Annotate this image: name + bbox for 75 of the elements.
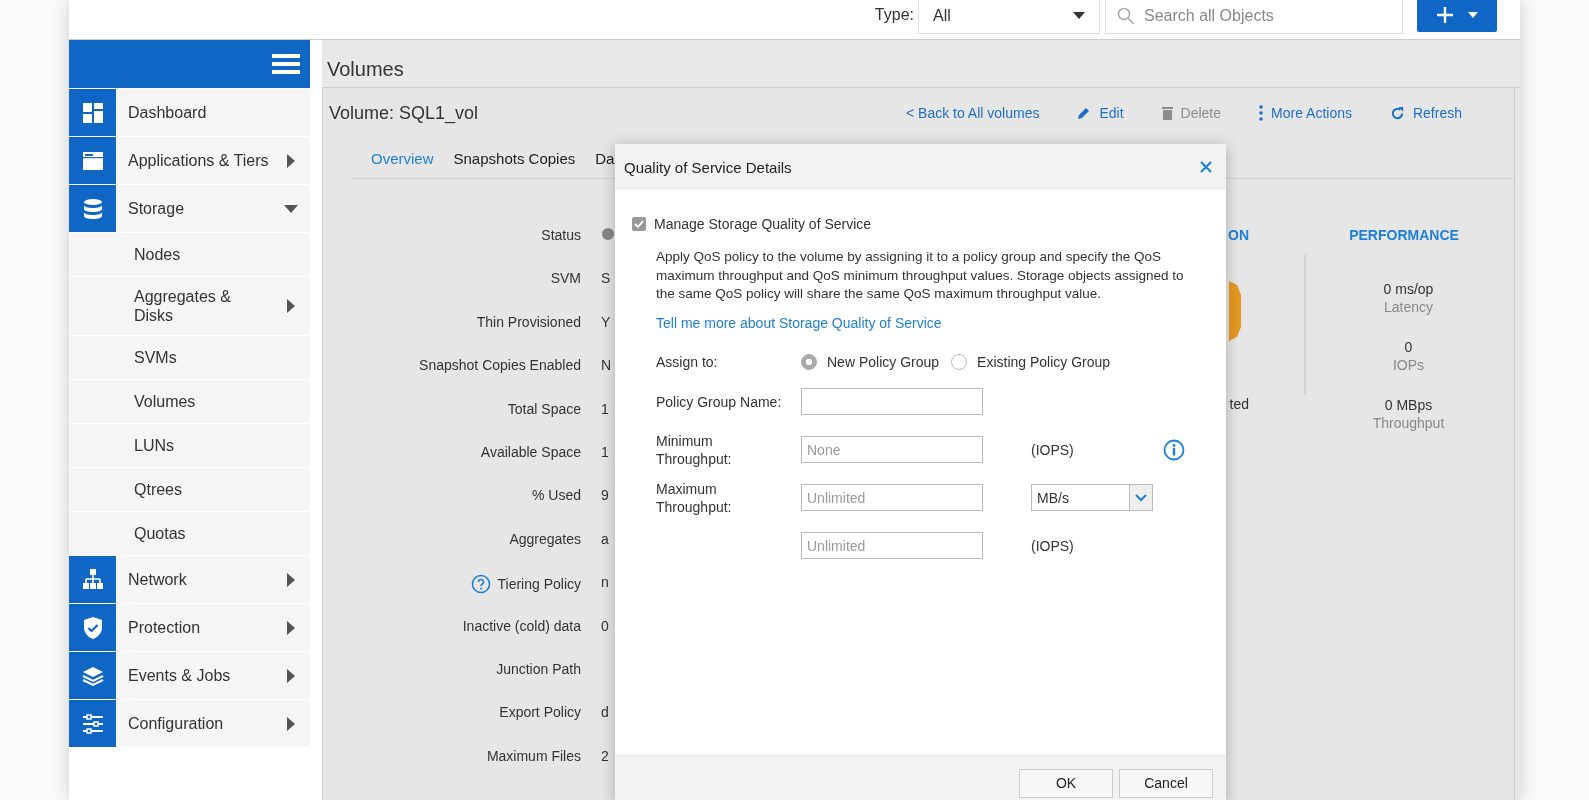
dialog-button[interactable]: Cancel xyxy=(1119,768,1213,798)
back-link[interactable]: < Back to All volumes xyxy=(906,105,1040,121)
field-value: 1 xyxy=(601,400,609,417)
field-value: n xyxy=(601,574,609,591)
tab[interactable]: Snapshots Copies xyxy=(453,149,576,167)
nav-item[interactable]: Events & Jobs xyxy=(69,652,310,699)
dialog-title: Quality of Service Details xyxy=(624,158,792,176)
field-label: Junction Path xyxy=(496,660,581,677)
input-field[interactable]: Unlimited xyxy=(801,484,983,511)
nav-item[interactable]: Applications & Tiers xyxy=(69,137,310,184)
field-label: Assign to: xyxy=(656,352,719,371)
field-label: SVM xyxy=(550,270,581,287)
field-value: Y xyxy=(601,313,611,330)
nav-subitem[interactable]: Volumes xyxy=(69,380,310,423)
volume-title: Volume: SQL1_vol xyxy=(329,102,479,124)
nav-item[interactable]: Network xyxy=(69,556,310,603)
field-value: 0 xyxy=(601,617,609,634)
search-field[interactable]: Search all Objects xyxy=(1105,0,1403,34)
field-label: Available Space xyxy=(480,443,581,460)
metric-value: 0 MBps xyxy=(1384,397,1433,413)
nav-subitem[interactable]: Quotas xyxy=(69,512,310,555)
type-dropdown[interactable]: All xyxy=(918,0,1100,34)
nav-item[interactable]: Protection xyxy=(69,604,310,651)
checkbox-label: Manage Storage Quality of Service xyxy=(654,216,872,232)
refresh-action[interactable]: Refresh xyxy=(1389,105,1462,121)
field-value: S xyxy=(601,270,611,287)
input-field[interactable]: None xyxy=(801,436,983,463)
field-label: Inactive (cold) data xyxy=(462,617,581,634)
field-label: Maximum Files xyxy=(486,747,581,764)
description: Apply QoS policy to the volume by assigning it to a policy group and specify the QoS maximum throughput and QoS minimum throughput values. Storage objects assigned to the same QoS policy will share the same QoS maximum throughput value. xyxy=(656,248,1185,303)
field-value: 9 xyxy=(601,487,609,504)
field-label: Export Policy xyxy=(499,704,581,721)
section-heading: PERFORMANCE xyxy=(1348,227,1460,243)
field-label: Aggregates xyxy=(509,530,581,547)
radio-label: Existing Policy Group xyxy=(977,353,1111,370)
field-value: 2 xyxy=(601,747,609,764)
gauge-caption: ted xyxy=(1229,396,1249,412)
field-value: N xyxy=(601,357,612,374)
input-field[interactable]: Unlimited xyxy=(801,532,983,559)
nav-subitem[interactable]: Aggregates & Disks xyxy=(69,277,310,335)
metric-label: Throughput xyxy=(1372,415,1445,431)
type-label: Type: xyxy=(874,6,914,24)
nav-item[interactable]: Configuration xyxy=(69,700,310,747)
field-label: Status xyxy=(541,227,581,243)
metric-value: 0 ms/op xyxy=(1383,281,1434,297)
metric-label: IOPs xyxy=(1392,357,1425,373)
field-label: Maximum Throughput: xyxy=(656,479,733,516)
unit-dropdown[interactable]: MB/s xyxy=(1031,484,1153,511)
metric-value: 0 xyxy=(1404,339,1413,355)
unit-label: (IOPS) xyxy=(1031,441,1074,458)
field-label: Thin Provisioned xyxy=(476,313,581,330)
nav-item[interactable]: Dashboard xyxy=(69,89,310,136)
field-label: Tiering Policy xyxy=(497,576,581,593)
tab[interactable]: Da xyxy=(595,149,615,167)
field-label: % Used xyxy=(531,487,581,504)
field-label: Snapshot Copies Enabled xyxy=(419,357,581,374)
dialog-button[interactable]: OK xyxy=(1019,768,1113,798)
field-value: 1 xyxy=(601,443,609,460)
nav-item[interactable]: Storage xyxy=(69,185,310,232)
more-action[interactable]: More Actions xyxy=(1259,105,1352,121)
nav-subitem[interactable]: SVMs xyxy=(69,336,310,379)
field-value: a xyxy=(601,530,609,547)
nav-subitem[interactable]: Qtrees xyxy=(69,468,310,511)
field-label: Minimum Throughput: xyxy=(656,431,733,468)
metric-label: Latency xyxy=(1383,299,1433,315)
unit-label: (IOPS) xyxy=(1031,537,1074,554)
field-label: Total Space xyxy=(507,400,581,417)
nav-subitem[interactable]: Nodes xyxy=(69,233,310,276)
radio-label: New Policy Group xyxy=(827,353,940,370)
section-heading: ON xyxy=(1228,227,1249,243)
field-value: d xyxy=(601,704,609,721)
edit-action[interactable]: Edit xyxy=(1077,105,1124,121)
help-link[interactable]: Tell me more about Storage Quality of Service xyxy=(656,314,1194,331)
nav-subitem[interactable]: LUNs xyxy=(69,424,310,467)
field-label: Policy Group Name: xyxy=(656,392,782,411)
